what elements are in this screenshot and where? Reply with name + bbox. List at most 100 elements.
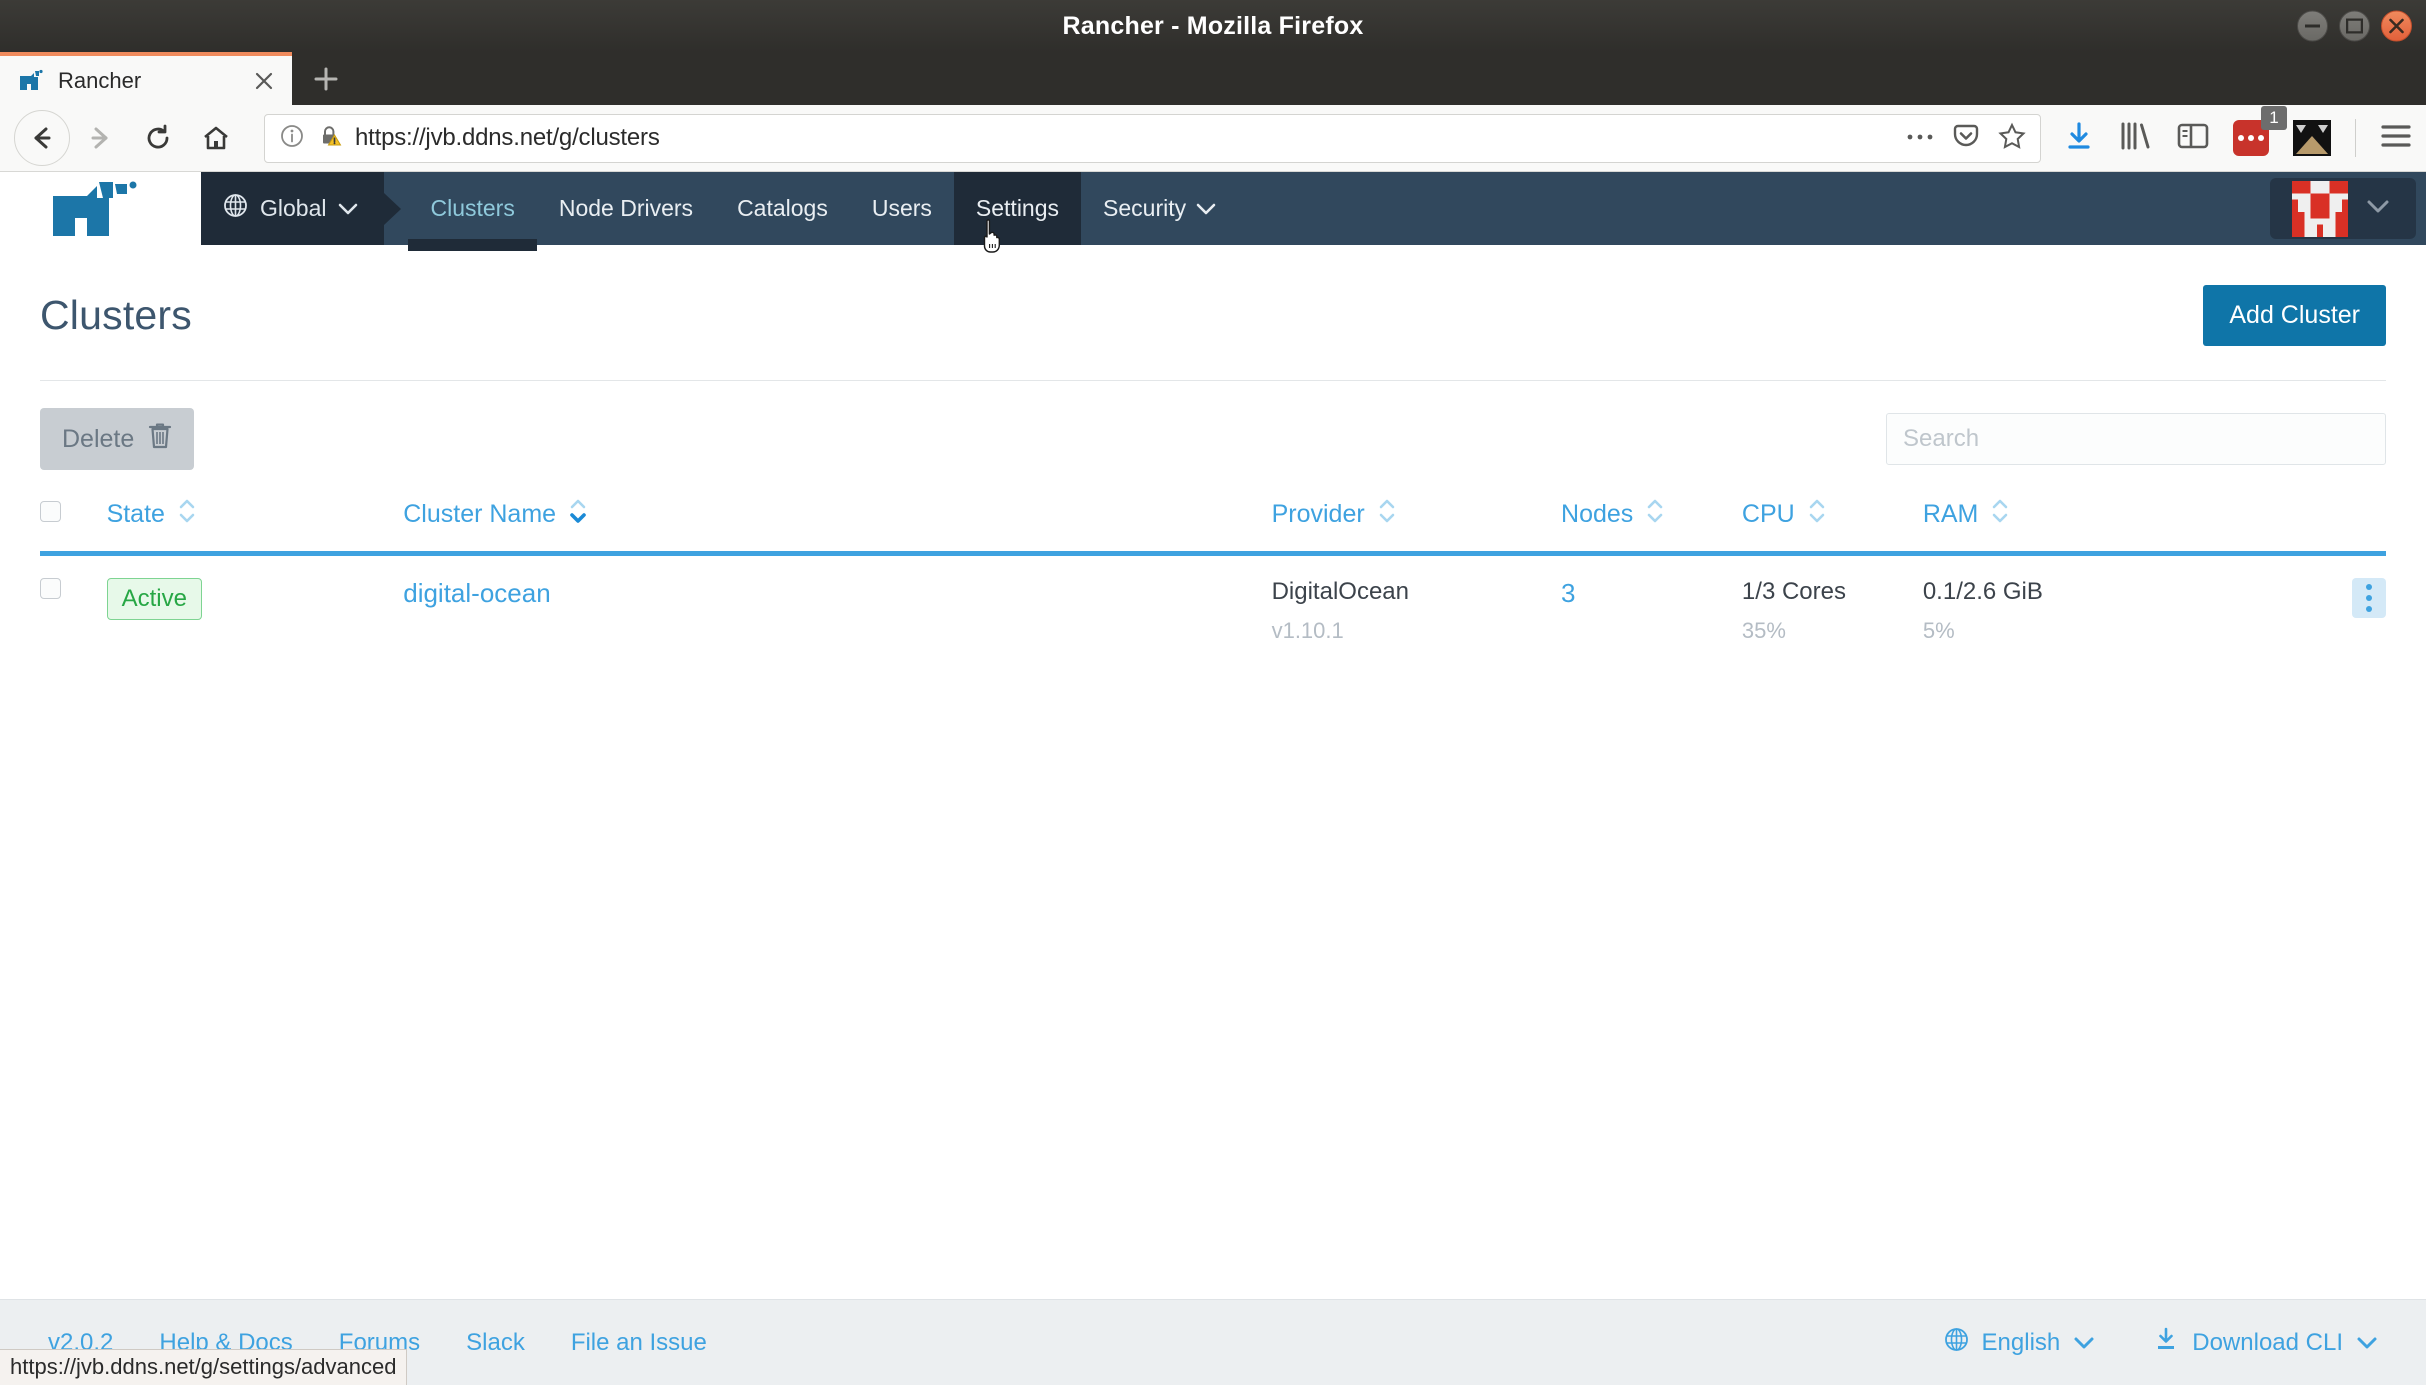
cluster-name-link[interactable]: digital-ocean xyxy=(403,578,550,608)
downloads-icon[interactable] xyxy=(2063,120,2095,157)
browser-status-bar: https://jvb.ddns.net/g/settings/advanced xyxy=(0,1349,408,1385)
language-label: English xyxy=(1981,1328,2061,1356)
table-toolbar: Delete xyxy=(40,381,2386,488)
rancher-nav-items: Clusters Node Drivers Catalogs Users Set… xyxy=(408,172,1238,253)
row-checkbox[interactable] xyxy=(40,578,61,599)
browser-toolbar-actions: 1 xyxy=(2057,106,2412,157)
chevron-down-icon xyxy=(2356,1329,2378,1357)
sort-icon[interactable] xyxy=(1990,496,2010,533)
column-header-cpu[interactable]: CPU xyxy=(1742,488,1923,554)
ublock-origin-extension-icon[interactable]: 1 xyxy=(2233,106,2287,156)
column-header-state[interactable]: State xyxy=(107,488,404,554)
column-header-provider[interactable]: Provider xyxy=(1272,488,1561,554)
select-all-header xyxy=(40,488,107,554)
delete-button-label: Delete xyxy=(62,424,135,453)
nav-item-label: Clusters xyxy=(430,195,515,221)
sort-icon-desc-active[interactable] xyxy=(568,496,588,533)
sort-icon[interactable] xyxy=(1807,496,1827,533)
column-label: Cluster Name xyxy=(403,500,557,528)
browser-toolbar: https://jvb.ddns.net/g/clusters 1 xyxy=(0,105,2426,172)
download-cli-button[interactable]: Download CLI xyxy=(2153,1326,2378,1359)
library-icon[interactable] xyxy=(2119,121,2153,156)
globe-icon xyxy=(1944,1327,1969,1359)
ram-percent: 5% xyxy=(1922,618,1955,643)
page-title: Clusters xyxy=(40,292,192,338)
footer-controls: English Download CLI xyxy=(1944,1326,2378,1359)
column-header-nodes[interactable]: Nodes xyxy=(1561,488,1742,554)
sidebar-icon[interactable] xyxy=(2177,122,2209,155)
nodes-count-link[interactable]: 3 xyxy=(1561,578,1575,608)
minimize-button[interactable] xyxy=(2297,10,2328,42)
nav-item-settings[interactable]: Settings xyxy=(953,172,1082,253)
forward-button[interactable] xyxy=(72,110,128,166)
url-bar[interactable]: https://jvb.ddns.net/g/clusters xyxy=(264,113,2041,163)
nav-item-users[interactable]: Users xyxy=(850,172,954,245)
reload-button[interactable] xyxy=(130,110,186,166)
bookmark-star-icon[interactable] xyxy=(1998,122,2026,155)
clusters-table: State Cluster Name Provider Nodes CPU RA… xyxy=(40,488,2386,670)
column-header-ram[interactable]: RAM xyxy=(1923,488,2212,554)
sort-icon[interactable] xyxy=(1377,496,1397,533)
page-info-icon[interactable] xyxy=(279,123,305,154)
cell-nodes: 3 xyxy=(1561,554,1742,671)
table-header: State Cluster Name Provider Nodes CPU RA… xyxy=(40,488,2386,554)
language-selector[interactable]: English xyxy=(1944,1327,2096,1359)
nav-item-clusters[interactable]: Clusters xyxy=(408,172,538,251)
globe-icon xyxy=(223,193,248,224)
maximize-button[interactable] xyxy=(2339,10,2370,42)
browser-tabstrip: Rancher xyxy=(0,52,2426,105)
new-tab-button[interactable] xyxy=(292,52,360,105)
nav-item-label: Security xyxy=(1103,195,1187,221)
cpu-value: 1/3 Cores xyxy=(1741,578,1846,605)
sort-icon[interactable] xyxy=(177,496,197,533)
column-header-actions xyxy=(2212,488,2386,554)
table-header-row: State Cluster Name Provider Nodes CPU RA… xyxy=(40,488,2386,554)
nav-item-catalogs[interactable]: Catalogs xyxy=(715,172,850,245)
back-button[interactable] xyxy=(14,110,70,166)
sort-icon[interactable] xyxy=(1645,496,1665,533)
table-body: Active digital-ocean DigitalOcean v1.10.… xyxy=(40,554,2386,671)
search-input[interactable] xyxy=(1886,413,2386,465)
trash-icon xyxy=(148,422,172,456)
hamburger-menu-icon[interactable] xyxy=(2380,123,2412,154)
url-text[interactable]: https://jvb.ddns.net/g/clusters xyxy=(355,124,1894,152)
delete-button[interactable]: Delete xyxy=(40,408,195,470)
window-titlebar: Rancher - Mozilla Firefox xyxy=(0,0,2426,52)
kebab-menu-icon[interactable] xyxy=(2352,578,2386,618)
user-menu[interactable] xyxy=(2270,178,2416,239)
context-switcher-global[interactable]: Global xyxy=(201,172,385,245)
add-cluster-button[interactable]: Add Cluster xyxy=(2203,285,2386,346)
nav-item-label: Settings xyxy=(975,195,1060,221)
nav-item-label: Node Drivers xyxy=(558,195,694,221)
close-icon[interactable] xyxy=(250,67,278,95)
column-header-cluster-name[interactable]: Cluster Name xyxy=(403,488,1271,554)
rancher-cow-icon xyxy=(18,68,44,94)
column-label: Nodes xyxy=(1561,500,1634,528)
column-label: CPU xyxy=(1741,500,1795,528)
user-avatar xyxy=(2292,180,2348,237)
insecure-lock-warning-icon[interactable] xyxy=(317,123,343,154)
footer-link-slack[interactable]: Slack xyxy=(466,1329,525,1357)
column-label: RAM xyxy=(1922,500,1979,528)
close-button[interactable] xyxy=(2381,10,2412,42)
row-select-cell xyxy=(40,554,107,671)
home-button[interactable] xyxy=(188,110,244,166)
cell-cpu: 1/3 Cores 35% xyxy=(1742,554,1923,671)
clusters-page: Clusters Add Cluster Delete Search State… xyxy=(0,245,2426,1299)
mail-extension-icon[interactable] xyxy=(2293,120,2331,156)
window-title: Rancher - Mozilla Firefox xyxy=(1062,11,1364,40)
status-badge: Active xyxy=(106,578,202,620)
cell-state: Active xyxy=(106,554,404,671)
pocket-icon[interactable] xyxy=(1952,122,1980,155)
chevron-down-icon xyxy=(2366,199,2390,219)
nav-item-security[interactable]: Security xyxy=(1081,172,1238,245)
browser-tab[interactable]: Rancher xyxy=(0,52,292,105)
select-all-checkbox[interactable] xyxy=(40,501,61,522)
footer-link-file-an-issue[interactable]: File an Issue xyxy=(571,1329,707,1357)
page-actions-ellipsis-icon[interactable] xyxy=(1906,129,1934,147)
cell-provider: DigitalOcean v1.10.1 xyxy=(1272,554,1561,671)
nav-item-node-drivers[interactable]: Node Drivers xyxy=(537,172,715,245)
table-row[interactable]: Active digital-ocean DigitalOcean v1.10.… xyxy=(40,554,2386,671)
rancher-logo[interactable] xyxy=(0,172,201,245)
